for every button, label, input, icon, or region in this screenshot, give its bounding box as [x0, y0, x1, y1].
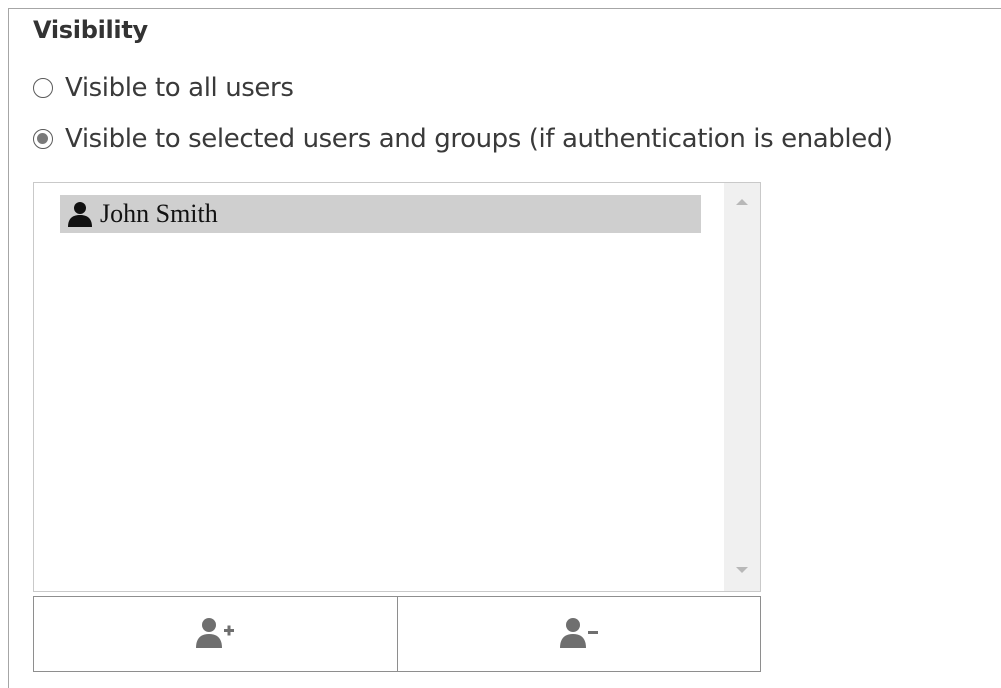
list-item-label: John Smith — [100, 199, 218, 228]
radio-visible-selected-users[interactable]: Visible to selected users and groups (if… — [33, 124, 893, 154]
list-actions — [33, 596, 761, 672]
radio-label: Visible to selected users and groups (if… — [65, 124, 893, 154]
add-user-button[interactable] — [33, 596, 398, 672]
scroll-up-arrow-icon[interactable] — [736, 199, 748, 205]
list-item[interactable]: John Smith — [60, 195, 701, 233]
radio-button-unchecked[interactable] — [33, 78, 53, 98]
remove-user-button[interactable] — [397, 596, 761, 672]
vertical-scrollbar[interactable] — [724, 183, 760, 591]
section-title: Visibility — [33, 16, 148, 44]
radio-label: Visible to all users — [65, 73, 294, 103]
remove-user-icon — [559, 618, 598, 648]
user-icon — [68, 202, 92, 227]
scroll-down-arrow-icon[interactable] — [736, 567, 748, 573]
add-user-icon — [196, 618, 235, 648]
radio-button-checked[interactable] — [33, 129, 53, 149]
radio-visible-all-users[interactable]: Visible to all users — [33, 73, 294, 103]
members-listbox[interactable]: John Smith — [33, 182, 761, 592]
